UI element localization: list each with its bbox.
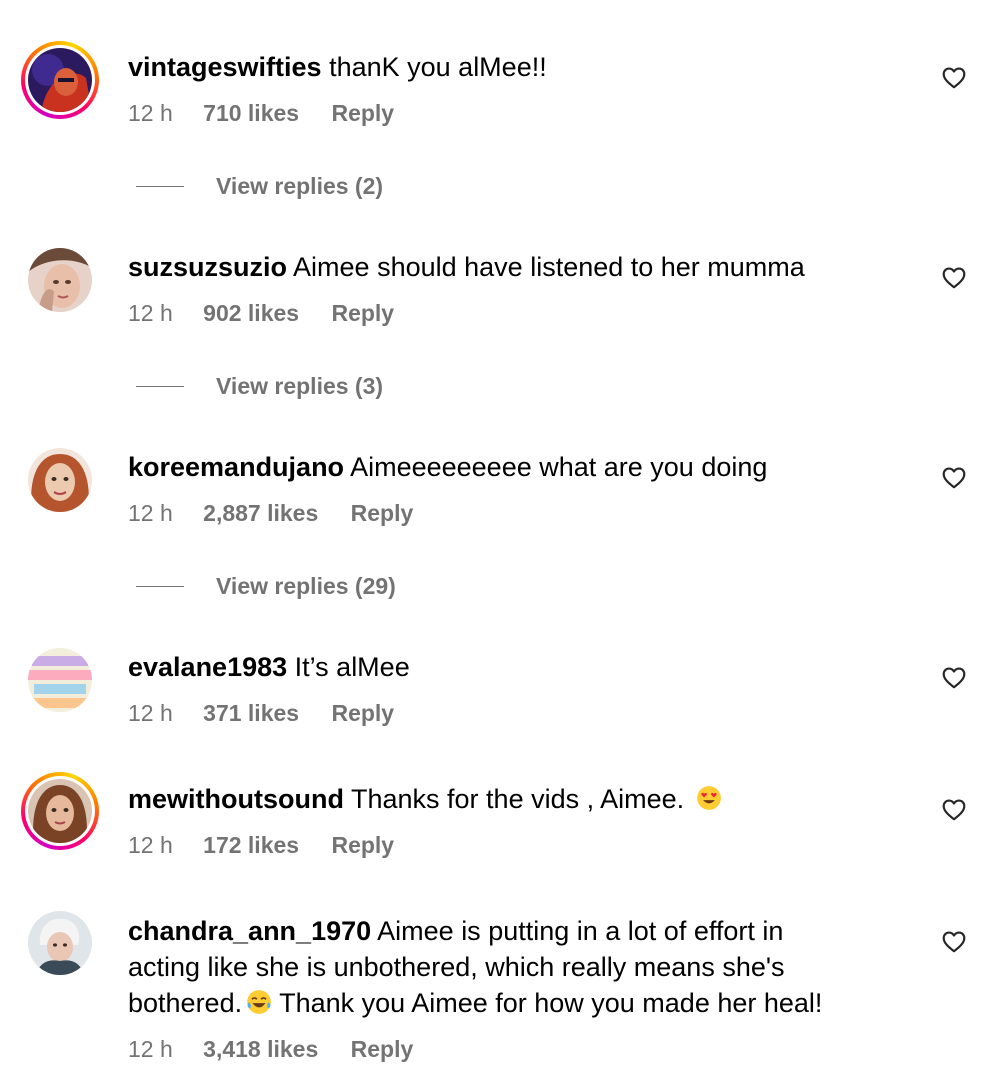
reply-button[interactable]: Reply (331, 832, 394, 858)
comments-list: vintageswifties thanK you alMee!! 12 h 7… (0, 0, 990, 1089)
comment-body: Thanks for the vids , Aimee. (351, 784, 685, 814)
comment-body-line-3: bothered. (128, 988, 243, 1018)
avatar-story-ring[interactable] (21, 41, 99, 119)
comment-text: vintageswifties thanK you alMee!! (128, 49, 908, 85)
comment-likes[interactable]: 2,887 likes (203, 500, 318, 526)
comment-likes[interactable]: 172 likes (203, 832, 299, 858)
comment-likes[interactable]: 371 likes (203, 700, 299, 726)
comment-body: Aimee should have listened to her mumma (293, 252, 805, 282)
avatar[interactable] (28, 448, 92, 512)
comment-time[interactable]: 12 h (128, 832, 173, 858)
comment-text: chandra_ann_1970 Aimee is putting in a l… (128, 913, 908, 949)
comment-likes[interactable]: 902 likes (203, 300, 299, 326)
heart-eyes-emoji (696, 786, 721, 810)
avatar-wrap[interactable] (21, 441, 99, 519)
reply-button[interactable]: Reply (331, 300, 394, 326)
avatar-wrap[interactable] (21, 241, 99, 319)
view-replies-button[interactable]: View replies (29) (136, 571, 396, 601)
comment-username[interactable]: chandra_ann_1970 (128, 916, 371, 946)
reply-button[interactable]: Reply (351, 500, 414, 526)
comment-body: It’s alMee (294, 652, 410, 682)
heart-outline-icon[interactable] (941, 265, 967, 291)
avatar-wrap[interactable] (21, 904, 99, 982)
view-replies-divider (136, 185, 184, 187)
heart-outline-icon[interactable] (941, 65, 967, 91)
comment-text: koreemandujano Aimeeeeeeeee what are you… (128, 449, 908, 485)
heart-outline-icon[interactable] (941, 929, 967, 955)
comment-likes[interactable]: 710 likes (203, 100, 299, 126)
comment-text-line-3: bothered. Thank you Aimee for how you ma… (128, 985, 908, 1021)
heart-outline-icon[interactable] (941, 797, 967, 823)
comment-username[interactable]: koreemandujano (128, 452, 344, 482)
comment-likes[interactable]: 3,418 likes (203, 1036, 318, 1062)
comment-meta: 12 h 172 likes Reply (128, 830, 908, 860)
comment-body-line-3-end: Thank you Aimee for how you made her hea… (272, 988, 823, 1018)
comment-text: suzsuzsuzio Aimee should have listened t… (128, 249, 908, 285)
comment-username[interactable]: suzsuzsuzio (128, 252, 287, 282)
heart-outline-icon[interactable] (941, 665, 967, 691)
comment-username[interactable]: evalane1983 (128, 652, 287, 682)
view-replies-label: View replies (3) (216, 373, 384, 399)
comment-body: thanK you alMee!! (329, 52, 547, 82)
comment-meta: 12 h 371 likes Reply (128, 698, 908, 728)
view-replies-divider (136, 585, 184, 587)
comment-body-line-1: Aimee is putting in a lot of effort in (377, 916, 784, 946)
avatar[interactable] (28, 911, 92, 975)
reply-button[interactable]: Reply (351, 1036, 414, 1062)
view-replies-label: View replies (29) (216, 573, 396, 599)
tears-of-joy-emoji (247, 990, 272, 1014)
comment-username[interactable]: mewithoutsound (128, 784, 344, 814)
comment-time[interactable]: 12 h (128, 1036, 173, 1062)
comment-body: Aimeeeeeeeee what are you doing (350, 452, 768, 482)
comment-meta: 12 h 902 likes Reply (128, 298, 908, 328)
heart-outline-icon[interactable] (941, 465, 967, 491)
view-replies-button[interactable]: View replies (2) (136, 171, 383, 201)
avatar[interactable] (28, 648, 92, 712)
reply-button[interactable]: Reply (331, 700, 394, 726)
comment-time[interactable]: 12 h (128, 100, 173, 126)
comment-time[interactable]: 12 h (128, 500, 173, 526)
comment-text-line-2: acting like she is unbothered, which rea… (128, 949, 908, 985)
avatar-wrap[interactable] (21, 641, 99, 719)
comment-meta: 12 h 3,418 likes Reply (128, 1034, 908, 1064)
comment-time[interactable]: 12 h (128, 300, 173, 326)
comment-username[interactable]: vintageswifties (128, 52, 322, 82)
comment-meta: 12 h 2,887 likes Reply (128, 498, 908, 528)
comment-text: evalane1983 It’s alMee (128, 649, 908, 685)
avatar[interactable] (28, 248, 92, 312)
comment-text: mewithoutsound Thanks for the vids , Aim… (128, 781, 908, 817)
avatar[interactable] (28, 779, 92, 843)
view-replies-button[interactable]: View replies (3) (136, 371, 383, 401)
view-replies-label: View replies (2) (216, 173, 384, 199)
avatar[interactable] (28, 48, 92, 112)
avatar-story-ring[interactable] (21, 772, 99, 850)
comment-body-line-2: acting like she is unbothered, which rea… (128, 952, 785, 982)
comment-meta: 12 h 710 likes Reply (128, 98, 908, 128)
comment-time[interactable]: 12 h (128, 700, 173, 726)
reply-button[interactable]: Reply (331, 100, 394, 126)
view-replies-divider (136, 385, 184, 387)
